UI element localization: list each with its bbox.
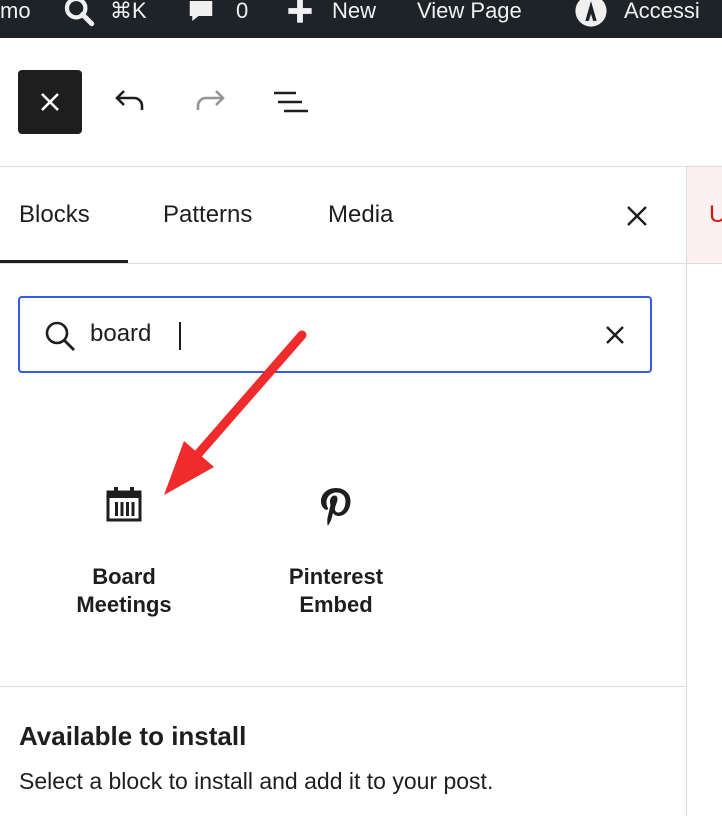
tab-media[interactable]: Media xyxy=(328,167,393,263)
list-view-button[interactable] xyxy=(268,82,312,122)
close-icon xyxy=(41,93,59,111)
search-shortcut-label: ⌘K xyxy=(110,0,147,23)
block-result-label-line1: Pinterest xyxy=(288,564,384,589)
admin-bar: mo ⌘K 0 New View Page Accessi xyxy=(0,0,722,38)
section-divider xyxy=(0,686,686,687)
comments-count: 0 xyxy=(236,0,249,23)
search-icon xyxy=(42,318,78,359)
block-result-label-line2: Embed xyxy=(299,592,373,617)
tab-patterns[interactable]: Patterns xyxy=(163,167,252,263)
accessibility-label: Accessi xyxy=(624,0,700,23)
block-result-label: Board Meetings xyxy=(24,563,224,619)
block-result-label: Pinterest Embed xyxy=(236,563,436,619)
canvas-notice-letter: U xyxy=(709,201,722,228)
editor-toolbar xyxy=(0,38,722,166)
block-search-box xyxy=(18,296,652,373)
close-icon xyxy=(606,326,624,344)
redo-icon xyxy=(196,90,225,110)
tab-patterns-label: Patterns xyxy=(163,201,253,228)
plus-icon xyxy=(286,0,314,25)
comment-icon xyxy=(186,0,216,26)
tab-blocks-label: Blocks xyxy=(19,201,90,228)
tab-blocks[interactable]: Blocks xyxy=(19,167,90,263)
accessibility-link[interactable]: Accessi xyxy=(574,0,700,31)
canvas-notice-peek: U xyxy=(687,167,722,263)
clear-search-button[interactable] xyxy=(600,320,630,350)
new-label: New xyxy=(332,0,377,23)
view-page-label: View Page xyxy=(417,0,522,23)
block-inserter-panel: Blocks Patterns Media board Board Meetin… xyxy=(0,167,686,816)
search-icon xyxy=(62,0,96,28)
undo-button[interactable] xyxy=(110,82,150,122)
close-inserter-button[interactable] xyxy=(18,70,82,134)
install-section-description: Select a block to install and add it to … xyxy=(19,768,494,794)
list-view-icon xyxy=(274,91,308,113)
close-icon xyxy=(627,206,647,226)
redo-button[interactable] xyxy=(190,82,230,122)
close-panel-button[interactable] xyxy=(620,199,654,233)
annotation-arrow-icon xyxy=(164,330,307,495)
inserter-tabs: Blocks Patterns Media xyxy=(0,167,686,263)
block-result-label-line1: Board xyxy=(92,564,156,589)
tabs-divider xyxy=(0,263,686,264)
accessibility-icon xyxy=(574,0,608,28)
new-content-link[interactable]: New xyxy=(286,0,376,31)
site-name-link[interactable]: mo xyxy=(0,0,31,31)
panel-right-border xyxy=(686,167,687,816)
comments-link[interactable]: 0 xyxy=(186,0,248,31)
install-section-title: Available to install xyxy=(19,721,247,751)
site-name: mo xyxy=(0,0,31,23)
tab-media-label: Media xyxy=(328,201,394,228)
search-shortcut-link[interactable]: ⌘K xyxy=(62,0,147,31)
block-result-label-line2: Meetings xyxy=(76,592,172,617)
undo-icon xyxy=(115,90,144,110)
canvas-peek-border xyxy=(687,263,722,264)
view-page-link[interactable]: View Page xyxy=(417,0,522,31)
